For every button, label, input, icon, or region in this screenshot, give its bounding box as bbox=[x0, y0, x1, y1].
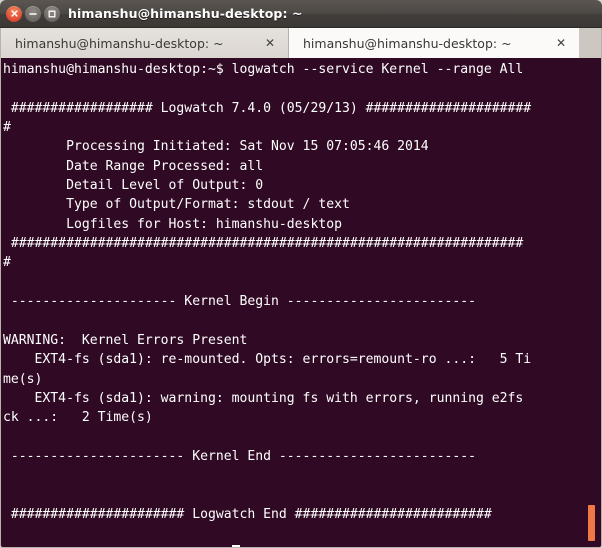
terminal-line: me(s) bbox=[3, 371, 43, 387]
terminal-scrollbar[interactable] bbox=[588, 58, 599, 547]
tab-bar: himanshu@himanshu-desktop: ~ ✕ himanshu@… bbox=[0, 28, 602, 58]
terminal-body[interactable]: himanshu@himanshu-desktop:~$ logwatch --… bbox=[0, 58, 602, 548]
terminal-line: Type of Output/Format: stdout / text bbox=[3, 197, 350, 213]
terminal-output: himanshu@himanshu-desktop:~$ logwatch --… bbox=[3, 60, 601, 547]
tab-label: himanshu@himanshu-desktop: ~ bbox=[15, 35, 224, 51]
terminal-line: himanshu@himanshu-desktop:~$ logwatch --… bbox=[3, 62, 524, 77]
minimize-button[interactable] bbox=[25, 5, 41, 22]
tab-label: himanshu@himanshu-desktop: ~ bbox=[303, 35, 512, 51]
terminal-cursor bbox=[231, 544, 240, 547]
close-button[interactable] bbox=[6, 5, 22, 22]
terminal-line: Date Range Processed: all bbox=[3, 158, 264, 174]
tab-terminal-2[interactable]: himanshu@himanshu-desktop: ~ ✕ bbox=[289, 28, 579, 58]
window-titlebar: himanshu@himanshu-desktop: ~ bbox=[0, 0, 602, 28]
minimize-icon bbox=[29, 13, 37, 15]
maximize-button[interactable] bbox=[44, 5, 60, 22]
terminal-line: Logfiles for Host: himanshu-desktop bbox=[3, 216, 342, 232]
terminal-line: ###################### Logwatch End ####… bbox=[3, 506, 492, 522]
terminal-line: Processing Initiated: Sat Nov 15 07:05:4… bbox=[3, 139, 429, 155]
maximize-icon bbox=[48, 10, 56, 17]
window-controls bbox=[6, 5, 60, 22]
terminal-line: himanshu@himanshu-desktop:~$ bbox=[3, 544, 601, 547]
terminal-line: ---------------------- Kernel End ------… bbox=[3, 448, 476, 464]
terminal-line: --------------------- Kernel Begin -----… bbox=[3, 294, 476, 310]
terminal-line: Detail Level of Output: 0 bbox=[3, 178, 264, 194]
terminal-line: EXT4-fs (sda1): re-mounted. Opts: errors… bbox=[3, 352, 532, 368]
terminal-line: # bbox=[3, 255, 11, 271]
terminal-line: ck ...: 2 Time(s) bbox=[3, 410, 153, 426]
terminal-line: EXT4-fs (sda1): warning: mounting fs wit… bbox=[3, 390, 524, 406]
tab-terminal-1[interactable]: himanshu@himanshu-desktop: ~ ✕ bbox=[1, 28, 289, 58]
tab-close-icon[interactable]: ✕ bbox=[553, 37, 569, 49]
terminal-line: ########################################… bbox=[3, 236, 524, 252]
terminal-window: himanshu@himanshu-desktop: ~ himanshu@hi… bbox=[0, 0, 602, 548]
tab-close-icon[interactable]: ✕ bbox=[262, 37, 278, 49]
close-icon bbox=[10, 10, 18, 17]
terminal-line: # bbox=[3, 120, 11, 136]
terminal-line: ################## Logwatch 7.4.0 (05/29… bbox=[3, 100, 532, 116]
terminal-line: WARNING: Kernel Errors Present bbox=[3, 332, 248, 348]
scrollbar-thumb[interactable] bbox=[588, 505, 595, 541]
window-title: himanshu@himanshu-desktop: ~ bbox=[68, 6, 303, 21]
